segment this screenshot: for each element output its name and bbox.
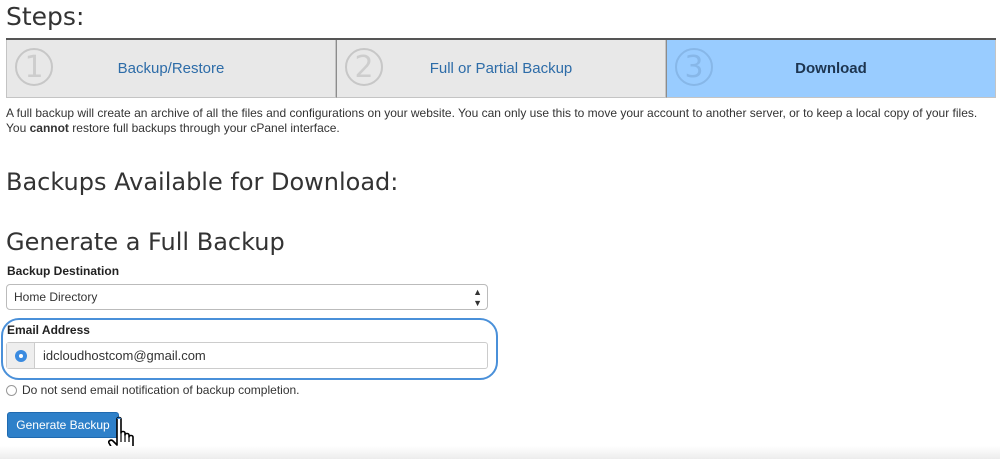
generate-backup-button[interactable]: Generate Backup [7,412,119,438]
email-radio-selected-icon[interactable] [14,349,27,362]
step-full-or-partial[interactable]: 2 Full or Partial Backup [336,40,666,98]
no-email-label[interactable]: Do not send email notification of backup… [22,383,300,397]
email-radio-addon[interactable] [7,343,35,368]
backup-destination-select[interactable]: Home Directory ▲ ▼ [6,284,488,310]
email-address-label: Email Address [7,323,90,337]
step-label-full-or-partial[interactable]: Full or Partial Backup [430,60,573,77]
backups-available-heading: Backups Available for Download: [6,168,399,196]
step-number-3: 3 [675,48,713,86]
step-backup-restore[interactable]: 1 Backup/Restore [6,40,336,98]
step-number-2: 2 [345,48,383,86]
generate-full-backup-heading: Generate a Full Backup [6,228,285,256]
backup-description: A full backup will create an archive of … [6,106,996,136]
no-email-option[interactable]: Do not send email notification of backup… [6,383,300,397]
description-suffix: restore full backups through your cPanel… [68,121,340,135]
step-number-1: 1 [15,48,53,86]
steps-heading: Steps: [6,2,85,31]
email-field[interactable] [35,343,487,368]
step-label-backup-restore[interactable]: Backup/Restore [118,60,225,77]
description-line-1: A full backup will create an archive of … [6,106,978,120]
description-line-2: You cannot restore full backups through … [6,121,996,136]
backup-destination-label: Backup Destination [7,264,120,278]
description-prefix: You [6,121,30,135]
steps-bar: 1 Backup/Restore 2 Full or Partial Backu… [6,38,996,98]
description-cannot: cannot [29,121,69,135]
page-bottom-shadow [0,446,1000,459]
email-input-group [6,342,488,369]
no-email-radio-icon[interactable] [6,384,17,396]
step-label-download: Download [795,60,867,77]
backup-destination-value: Home Directory [14,290,98,304]
step-download: 3 Download [666,40,996,98]
select-arrows-icon: ▲ ▼ [473,287,482,308]
